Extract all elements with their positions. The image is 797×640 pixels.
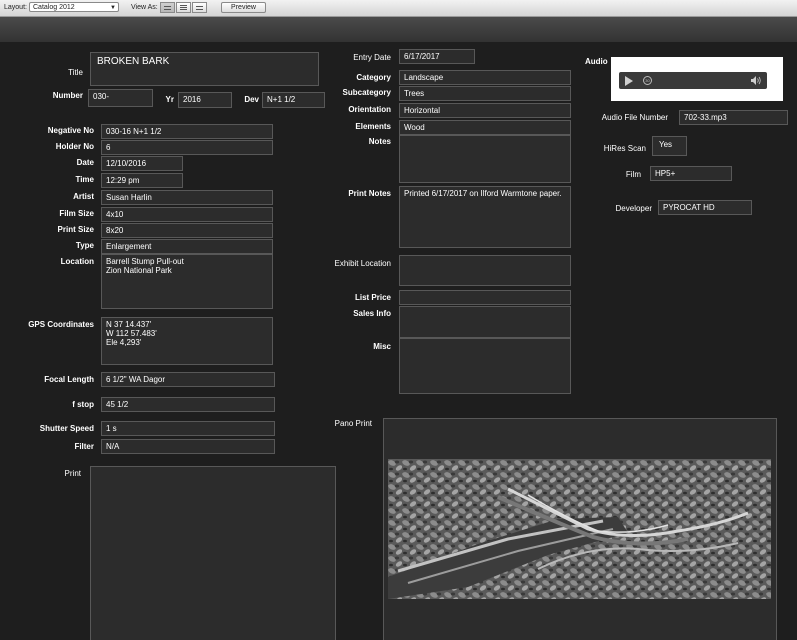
view-as-table-button[interactable] <box>192 2 207 13</box>
filter-field[interactable]: N/A <box>101 439 275 454</box>
filter-label: Filter <box>74 442 94 451</box>
layout-toolbar: Layout: Catalog 2012 ▼ View As: Preview <box>0 0 797 17</box>
orientation-field[interactable]: Horizontal <box>399 103 571 118</box>
number-label: Number <box>52 91 83 100</box>
shutter-speed-field[interactable]: 1 s <box>101 421 275 436</box>
layout-label: Layout: <box>4 4 27 11</box>
entry-date-label: Entry Date <box>353 53 391 62</box>
artist-label: Artist <box>73 192 94 201</box>
elements-label: Elements <box>355 122 391 131</box>
layout-select[interactable]: Catalog 2012 ▼ <box>29 2 119 12</box>
gps-field[interactable]: N 37 14.437' W 112 57.483' Ele 4,293' <box>101 317 273 365</box>
yr-label: Yr <box>165 95 174 104</box>
exhibit-location-field[interactable] <box>399 255 571 286</box>
chevron-down-icon: ▼ <box>110 5 116 11</box>
sales-info-label: Sales Info <box>353 309 391 318</box>
sales-info-field[interactable] <box>399 306 571 338</box>
focal-length-label: Focal Length <box>44 375 94 384</box>
film-label: Film <box>625 170 641 179</box>
title-field[interactable]: BROKEN BARK <box>90 52 319 86</box>
print-container[interactable] <box>90 466 336 640</box>
view-as-form-button[interactable] <box>160 2 175 13</box>
rewind-icon[interactable]: 30 <box>643 76 652 85</box>
shutter-speed-label: Shutter Speed <box>39 424 94 433</box>
negative-no-label: Negative No <box>47 126 94 135</box>
gps-label: GPS Coordinates <box>28 320 94 329</box>
print-size-field[interactable]: 8x20 <box>101 223 273 238</box>
type-field[interactable]: Enlargement <box>101 239 273 254</box>
volume-icon[interactable] <box>751 76 761 85</box>
list-price-field[interactable] <box>399 290 571 305</box>
audio-file-number-field[interactable]: 702-33.mp3 <box>679 110 788 125</box>
layout-select-value: Catalog 2012 <box>33 4 75 11</box>
location-field[interactable]: Barrell Stump Pull-out Zion National Par… <box>101 254 273 309</box>
audio-controls: 30 <box>619 72 767 89</box>
orientation-label: Orientation <box>348 105 391 114</box>
play-icon[interactable] <box>625 76 633 86</box>
dev-field[interactable]: N+1 1/2 <box>262 92 325 108</box>
print-label: Print <box>64 469 81 478</box>
header-band <box>0 17 797 42</box>
entry-date-field[interactable]: 6/17/2017 <box>399 49 475 64</box>
category-field[interactable]: Landscape <box>399 70 571 85</box>
audio-file-number-label: Audio File Number <box>601 113 668 122</box>
time-label: Time <box>75 175 94 184</box>
title-label: Title <box>68 68 83 77</box>
fstop-field[interactable]: 45 1/2 <box>101 397 275 412</box>
subcategory-field[interactable]: Trees <box>399 86 571 101</box>
pano-print-image <box>388 459 771 599</box>
misc-field[interactable] <box>399 338 571 394</box>
elements-field[interactable]: Wood <box>399 120 571 135</box>
print-notes-field[interactable]: Printed 6/17/2017 on Ilford Warmtone pap… <box>399 186 571 248</box>
film-size-field[interactable]: 4x10 <box>101 207 273 222</box>
exhibit-location-label: Exhibit Location <box>334 259 391 268</box>
focal-length-field[interactable]: 6 1/2" WA Dagor <box>101 372 275 387</box>
view-as-list-button[interactable] <box>176 2 191 13</box>
audio-label: Audio <box>585 57 608 66</box>
negative-no-field[interactable]: 030-16 N+1 1/2 <box>101 124 273 139</box>
audio-player: 30 <box>611 57 783 101</box>
developer-label: Developer <box>615 204 652 213</box>
location-label: Location <box>60 257 94 266</box>
artist-field[interactable]: Susan Harlin <box>101 190 273 205</box>
time-field[interactable]: 12:29 pm <box>101 173 183 188</box>
yr-field[interactable]: 2016 <box>178 92 232 108</box>
holder-no-label: Holder No <box>55 142 94 151</box>
print-size-label: Print Size <box>57 225 94 234</box>
hires-scan-label: HiRes Scan <box>603 144 646 153</box>
holder-no-field[interactable]: 6 <box>101 140 273 155</box>
notes-field[interactable] <box>399 135 571 183</box>
number-field[interactable]: 030- <box>88 89 153 107</box>
view-as-label: View As: <box>131 4 158 11</box>
misc-label: Misc <box>373 342 391 351</box>
date-field[interactable]: 12/10/2016 <box>101 156 183 171</box>
type-label: Type <box>75 241 94 250</box>
fstop-label: f stop <box>72 400 94 409</box>
pano-print-label: Pano Print <box>334 419 372 428</box>
film-field[interactable]: HP5+ <box>650 166 732 181</box>
developer-field[interactable]: PYROCAT HD <box>658 200 752 215</box>
date-label: Date <box>76 158 94 167</box>
film-size-label: Film Size <box>59 209 94 218</box>
subcategory-label: Subcategory <box>342 88 391 97</box>
category-label: Category <box>356 73 391 82</box>
notes-label: Notes <box>368 137 391 146</box>
preview-button[interactable]: Preview <box>221 2 266 13</box>
hires-scan-field[interactable]: Yes <box>652 136 687 156</box>
dev-label: Dev <box>244 95 259 104</box>
print-notes-label: Print Notes <box>348 189 391 198</box>
list-price-label: List Price <box>354 293 391 302</box>
